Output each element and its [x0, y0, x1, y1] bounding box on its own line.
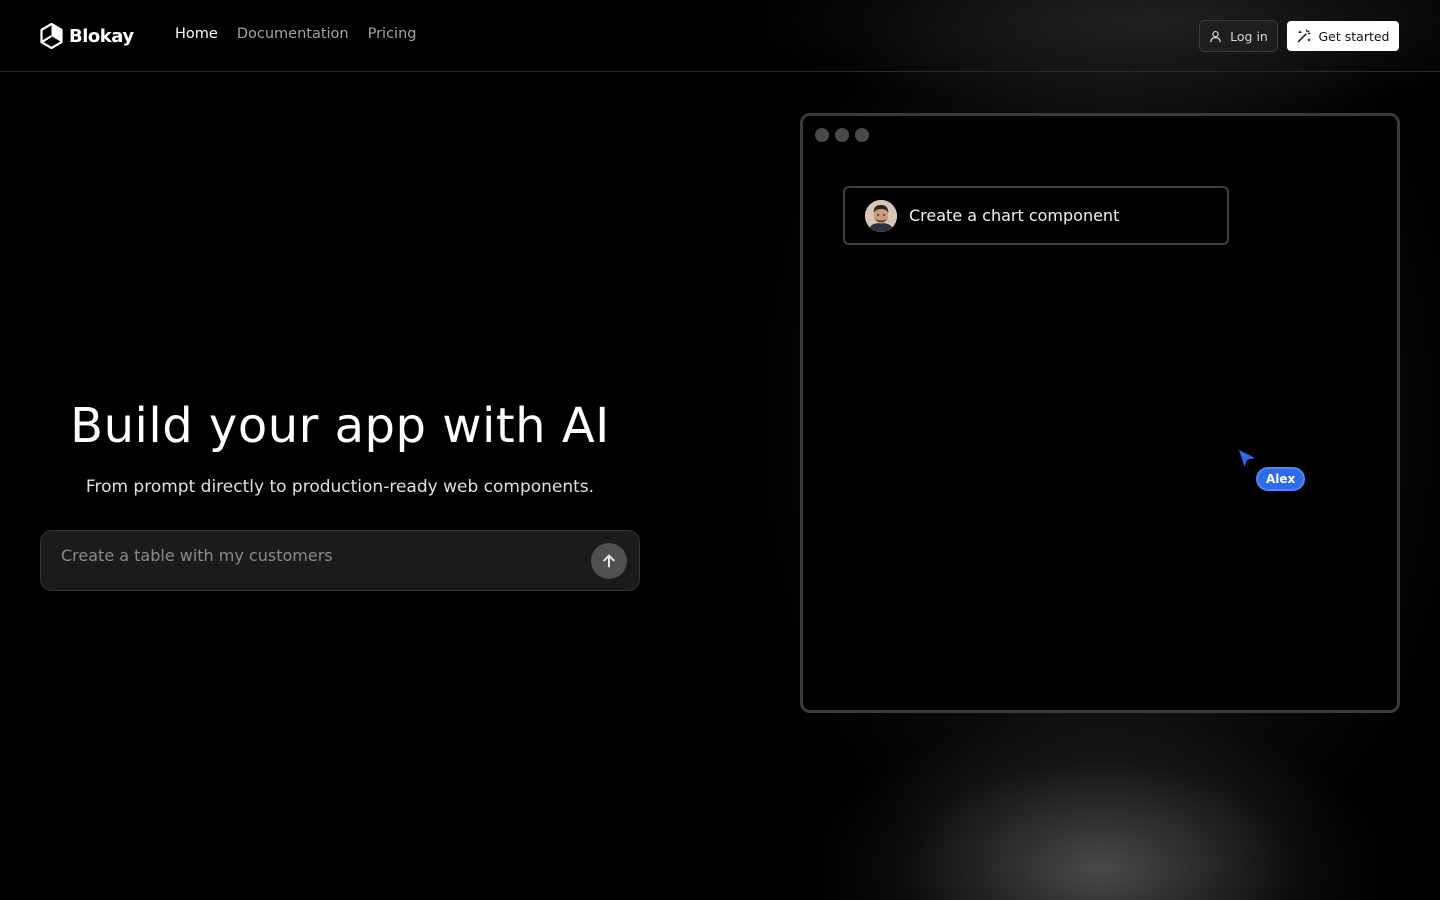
arrow-up-icon	[603, 554, 615, 568]
nav-item-documentation[interactable]: Documentation	[237, 26, 349, 42]
cursor-user-tag: Alex	[1256, 467, 1306, 491]
hero-subtitle: From prompt directly to production-ready…	[85, 477, 595, 497]
login-label: Log in	[1230, 28, 1268, 44]
get-started-button[interactable]: Get started	[1287, 21, 1399, 51]
hero-title: Build your app with AI	[70, 398, 610, 454]
chat-message-text: Create a chart component	[909, 206, 1120, 225]
pointer-arrow-icon	[1239, 450, 1255, 467]
prompt-input[interactable]	[61, 543, 581, 567]
window-dot-close[interactable]	[815, 128, 829, 142]
user-avatar-icon	[865, 199, 897, 232]
prompt-box	[40, 530, 640, 591]
brand-name: Blokay	[69, 25, 134, 47]
nav-item-home[interactable]: Home	[175, 26, 218, 42]
blokay-logo-icon	[40, 23, 63, 49]
chat-message: Create a chart component	[843, 186, 1229, 245]
top-navbar: Blokay Home Documentation Pricing Log in…	[0, 0, 1440, 72]
send-button[interactable]	[591, 543, 627, 579]
magic-wand-icon	[1297, 29, 1310, 43]
window-dot-minimize[interactable]	[835, 128, 849, 142]
avatar	[865, 199, 897, 232]
get-started-label: Get started	[1318, 28, 1390, 44]
preview-window: Create a chart component Alex	[800, 113, 1400, 713]
nav-item-pricing[interactable]: Pricing	[368, 26, 417, 42]
user-icon	[1210, 30, 1221, 42]
main-nav: Home Documentation Pricing	[175, 26, 416, 42]
login-button[interactable]: Log in	[1199, 20, 1278, 52]
brand-logo[interactable]: Blokay	[40, 23, 134, 49]
window-dot-maximize[interactable]	[855, 128, 869, 142]
window-controls	[815, 128, 869, 142]
